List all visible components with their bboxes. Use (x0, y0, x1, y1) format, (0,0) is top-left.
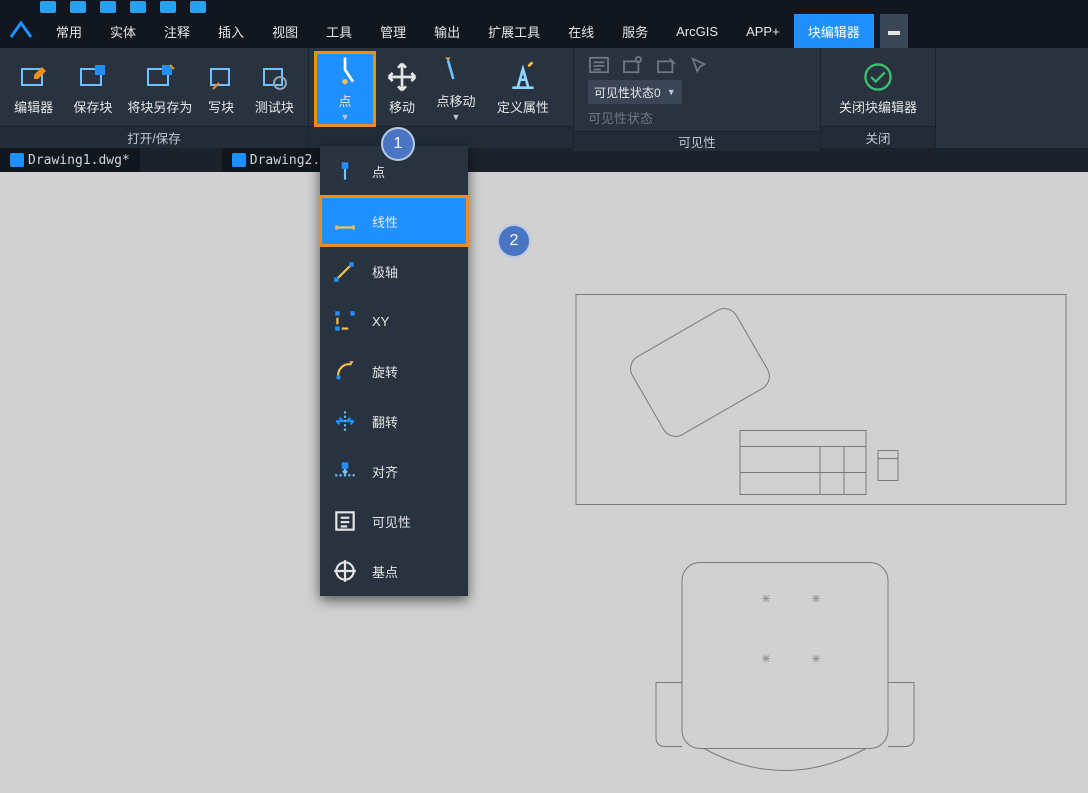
panel-parameters-label (309, 126, 573, 148)
panel-open-save: 编辑器 保存块 将块另存为 写块 测试块 打开/保存 (0, 48, 309, 148)
panel-parameters: 点 ▼ 移动 点移动 ▼ 定义属性 (309, 48, 574, 148)
app-logo (0, 14, 42, 48)
tab-output[interactable]: 输出 (420, 14, 474, 48)
dropdown-item-label: 对齐 (372, 462, 398, 481)
save-block-as-button[interactable]: 将块另存为 (124, 52, 195, 126)
menu-bar: 常用 实体 注释 插入 视图 工具 管理 输出 扩展工具 在线 服务 ArcGI… (0, 14, 1088, 48)
dropdown-item-label: 可见性 (372, 512, 411, 531)
ribbon: 编辑器 保存块 将块另存为 写块 测试块 打开/保存 (0, 48, 1088, 148)
document-tab-label: Drawing2.d (250, 153, 328, 168)
dropdown-item-visibility[interactable]: 可见性 (320, 496, 468, 546)
vis-list-icon[interactable] (588, 56, 610, 74)
dropdown-item-polar[interactable]: 极轴 (320, 246, 468, 296)
edit-block-label: 编辑器 (14, 97, 53, 116)
callout-2: 2 (497, 224, 531, 258)
quick-access-toolbar (0, 0, 1088, 14)
test-block-button[interactable]: 测试块 (247, 52, 302, 126)
dwg-icon (10, 153, 24, 167)
vis-cursor-icon[interactable] (690, 56, 708, 74)
visibility-state-label: 可见性状态 (588, 108, 708, 127)
tab-overflow-button[interactable] (880, 14, 908, 48)
tab-insert[interactable]: 插入 (204, 14, 258, 48)
dropdown-item-xy[interactable]: XY (320, 296, 468, 346)
visibility-icons (588, 56, 708, 74)
qat-icon[interactable] (130, 1, 146, 13)
dropdown-item-rotate[interactable]: 旋转 (320, 346, 468, 396)
close-block-editor-button[interactable]: 关闭块编辑器 (842, 52, 914, 126)
tab-tools[interactable]: 工具 (312, 14, 366, 48)
ribbon-tabs: 常用 实体 注释 插入 视图 工具 管理 输出 扩展工具 在线 服务 ArcGI… (42, 14, 908, 48)
vis-hide-icon[interactable] (656, 56, 678, 74)
qat-icon[interactable] (40, 1, 56, 13)
dropdown-item-label: XY (372, 314, 389, 329)
define-attrs-label: 定义属性 (497, 97, 549, 116)
tab-manage[interactable]: 管理 (366, 14, 420, 48)
dropdown-item-label: 翻转 (372, 412, 398, 431)
tab-online[interactable]: 在线 (554, 14, 608, 48)
tab-view[interactable]: 视图 (258, 14, 312, 48)
tab-entity[interactable]: 实体 (96, 14, 150, 48)
dropdown-item-flip[interactable]: 翻转 (320, 396, 468, 446)
dropdown-item-label: 点 (372, 162, 385, 181)
visibility-combo-value: 可见性状态0 (594, 84, 661, 101)
save-block-label: 保存块 (73, 97, 112, 116)
qat-icon[interactable] (190, 1, 206, 13)
vis-show-icon[interactable] (622, 56, 644, 74)
dropdown-item-linear[interactable]: 线性 (320, 196, 468, 246)
drawing-content (0, 172, 1088, 793)
qat-icon[interactable] (160, 1, 176, 13)
document-tab-label: Drawing1.dwg* (28, 153, 130, 168)
dwg-icon (232, 153, 246, 167)
drawing-canvas[interactable] (0, 172, 1088, 793)
write-block-label: 写块 (208, 97, 234, 116)
qat-icon[interactable] (100, 1, 116, 13)
panel-close: 关闭块编辑器 关闭 (821, 48, 936, 148)
edit-block-button[interactable]: 编辑器 (6, 52, 61, 126)
chevron-down-icon: ▼ (452, 112, 461, 122)
point-parameter-button[interactable]: 点 ▼ (315, 52, 375, 126)
point-move-button[interactable]: 点移动 ▼ (429, 52, 483, 126)
visibility-state-combo[interactable]: 可见性状态0 ▼ (588, 80, 682, 104)
save-block-as-label: 将块另存为 (127, 97, 192, 116)
close-block-editor-label: 关闭块编辑器 (839, 97, 917, 116)
dropdown-item-label: 线性 (372, 212, 398, 231)
write-block-button[interactable]: 写块 (199, 52, 242, 126)
dropdown-item-label: 基点 (372, 562, 398, 581)
test-block-label: 测试块 (255, 97, 294, 116)
tab-ext-tools[interactable]: 扩展工具 (474, 14, 554, 48)
save-block-button[interactable]: 保存块 (65, 52, 120, 126)
tab-service[interactable]: 服务 (608, 14, 662, 48)
tab-common[interactable]: 常用 (42, 14, 96, 48)
chevron-down-icon: ▼ (341, 112, 350, 122)
dropdown-item-align[interactable]: 对齐 (320, 446, 468, 496)
move-label: 移动 (389, 97, 415, 116)
document-tabs: Drawing1.dwg* Drawing2.d (0, 148, 1088, 172)
dropdown-item-label: 极轴 (372, 262, 398, 281)
dropdown-item-label: 旋转 (372, 362, 398, 381)
chevron-down-icon: ▼ (667, 87, 676, 97)
define-attrs-button[interactable]: 定义属性 (487, 52, 559, 126)
panel-visibility-label: 可见性 (574, 131, 820, 151)
tab-arcgis[interactable]: ArcGIS (662, 14, 732, 48)
move-button[interactable]: 移动 (379, 52, 425, 126)
tab-block-editor[interactable]: 块编辑器 (794, 14, 874, 48)
qat-icon[interactable] (70, 1, 86, 13)
point-move-label: 点移动 (436, 91, 475, 110)
document-tab-drawing1[interactable]: Drawing1.dwg* (0, 148, 140, 172)
tab-annotate[interactable]: 注释 (150, 14, 204, 48)
panel-close-label: 关闭 (821, 126, 935, 148)
panel-visibility: 可见性状态0 ▼ 可见性状态 可见性 (574, 48, 821, 148)
callout-1: 1 (381, 127, 415, 161)
tab-app-plus[interactable]: APP+ (732, 14, 794, 48)
panel-open-save-label: 打开/保存 (0, 126, 308, 148)
dropdown-item-basepoint[interactable]: 基点 (320, 546, 468, 596)
point-label: 点 (338, 91, 351, 110)
point-parameter-dropdown: 点 线性 极轴 XY 旋转 翻转 对齐 可见性 基点 (320, 146, 468, 596)
